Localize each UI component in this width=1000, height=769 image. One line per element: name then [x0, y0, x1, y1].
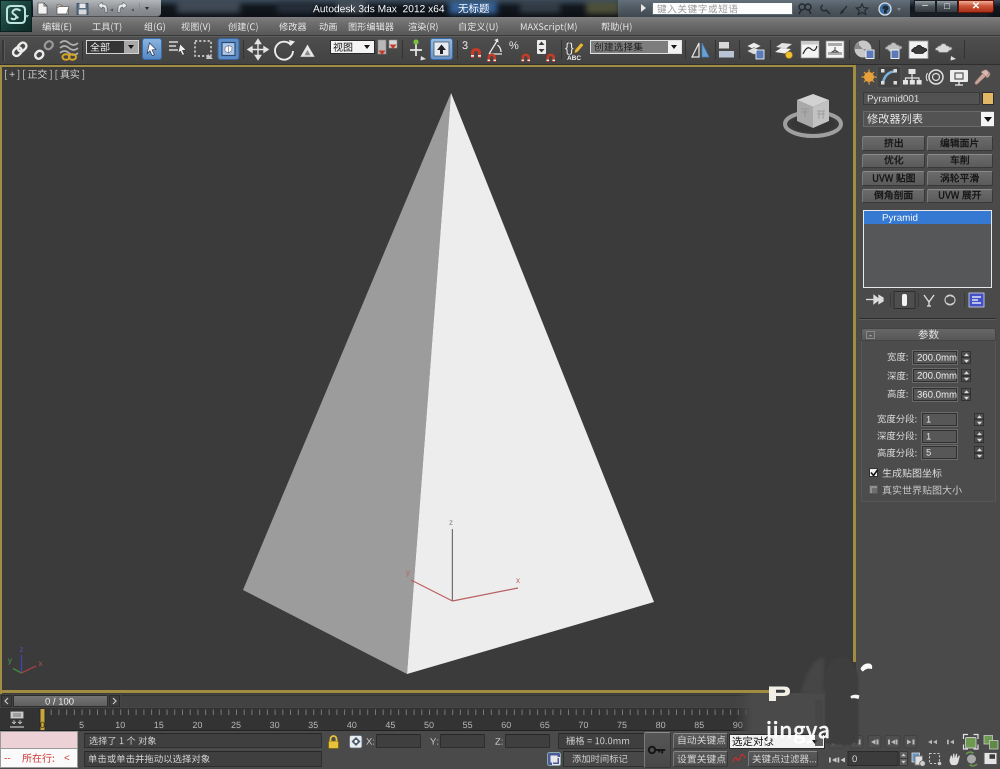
- svg-text:z: z: [449, 518, 453, 527]
- svg-text:x: x: [516, 576, 520, 585]
- svg-text:x: x: [39, 659, 43, 668]
- svg-text:z: z: [20, 645, 24, 654]
- svg-text:y: y: [8, 656, 12, 665]
- svg-text:y: y: [406, 568, 410, 577]
